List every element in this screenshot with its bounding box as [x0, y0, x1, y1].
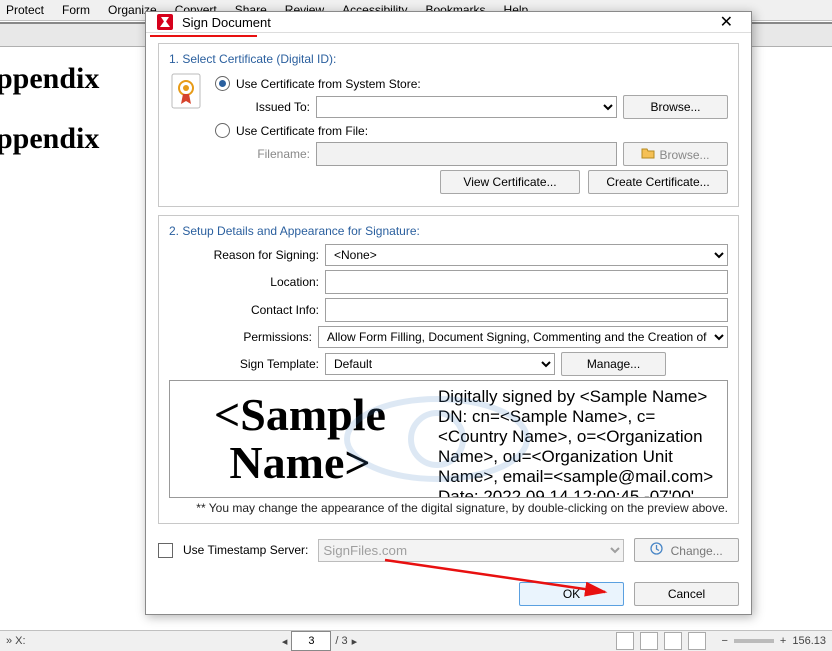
- reason-label: Reason for Signing:: [169, 248, 319, 262]
- dialog-body: 1. Select Certificate (Digital ID): Use …: [146, 33, 751, 616]
- preview-details: Digitally signed by <Sample Name> DN: cn…: [430, 381, 727, 497]
- preview-dn: DN: cn=<Sample Name>, c=<Country Name>, …: [438, 407, 719, 487]
- layout-icon-2[interactable]: [640, 632, 658, 650]
- ok-button[interactable]: OK: [519, 582, 624, 606]
- sign-document-dialog: Sign Document ✕ 1. Select Certificate (D…: [145, 11, 752, 615]
- browse-file-button: Browse...: [623, 142, 728, 166]
- issued-to-select[interactable]: [316, 96, 617, 118]
- radio-from-file[interactable]: [215, 123, 230, 138]
- certificate-icon: [169, 72, 205, 112]
- cancel-button[interactable]: Cancel: [634, 582, 739, 606]
- page-current-input[interactable]: [291, 631, 331, 651]
- browse-system-button[interactable]: Browse...: [623, 95, 728, 119]
- preview-sample-name: <Sample Name>: [170, 381, 430, 497]
- zoom-out-icon[interactable]: −: [721, 635, 727, 647]
- radio-system-store-label: Use Certificate from System Store:: [236, 77, 421, 91]
- location-label: Location:: [169, 275, 319, 289]
- zoom-in-icon[interactable]: +: [780, 635, 786, 647]
- layout-icon-4[interactable]: [688, 632, 706, 650]
- location-input[interactable]: [325, 270, 728, 294]
- radio-system-store[interactable]: [215, 76, 230, 91]
- page-next-icon[interactable]: ▸: [352, 635, 358, 648]
- folder-icon: [641, 147, 655, 159]
- permissions-label: Permissions:: [169, 330, 312, 344]
- timestamp-server-select: SignFiles.com: [318, 539, 624, 562]
- filename-label: Filename:: [215, 147, 310, 161]
- menu-form[interactable]: Form: [62, 3, 90, 17]
- layout-icon-3[interactable]: [664, 632, 682, 650]
- close-icon[interactable]: ✕: [712, 12, 741, 32]
- bg-text-1: ppendix: [0, 62, 99, 96]
- manage-button[interactable]: Manage...: [561, 352, 666, 376]
- menu-protect[interactable]: Protect: [6, 3, 44, 17]
- use-timestamp-label: Use Timestamp Server:: [183, 543, 308, 557]
- dialog-button-row: OK Cancel: [158, 582, 739, 606]
- change-timestamp-button: Change...: [634, 538, 739, 562]
- dialog-title: Sign Document: [182, 15, 712, 30]
- preview-signed-by: Digitally signed by <Sample Name>: [438, 387, 719, 407]
- radio-from-file-label: Use Certificate from File:: [236, 124, 368, 138]
- contact-input[interactable]: [325, 298, 728, 322]
- preview-date: Date: 2022.09.14 12:00:45 -07'00': [438, 487, 719, 498]
- contact-label: Contact Info:: [169, 303, 319, 317]
- annotation-underline: [150, 35, 257, 37]
- signature-preview[interactable]: <Sample Name> Digitally signed by <Sampl…: [169, 380, 728, 498]
- use-timestamp-checkbox[interactable]: [158, 543, 173, 558]
- status-xy: » X:: [6, 635, 26, 647]
- preview-note: ** You may change the appearance of the …: [169, 501, 728, 515]
- template-select[interactable]: Default: [325, 353, 555, 375]
- app-icon: [156, 13, 174, 31]
- filename-input: [316, 142, 617, 166]
- timestamp-row: Use Timestamp Server: SignFiles.com Chan…: [158, 538, 739, 562]
- permissions-select[interactable]: Allow Form Filling, Document Signing, Co…: [318, 326, 728, 348]
- section-certificate-heading: 1. Select Certificate (Digital ID):: [169, 52, 728, 66]
- page-total: / 3: [335, 635, 347, 647]
- create-certificate-button[interactable]: Create Certificate...: [588, 170, 728, 194]
- clock-icon: [650, 544, 666, 558]
- zoom-slider[interactable]: [734, 639, 774, 643]
- status-bar: » X: ◂ / 3 ▸ − + 156.13: [0, 630, 832, 651]
- layout-icon-1[interactable]: [616, 632, 634, 650]
- issued-to-label: Issued To:: [215, 100, 310, 114]
- section-details: 2. Setup Details and Appearance for Sign…: [158, 215, 739, 524]
- bg-text-2: ppendix: [0, 122, 99, 156]
- dialog-titlebar: Sign Document ✕: [146, 12, 751, 33]
- page-indicator: ◂ / 3 ▸: [282, 631, 357, 651]
- section-certificate: 1. Select Certificate (Digital ID): Use …: [158, 43, 739, 207]
- template-label: Sign Template:: [169, 357, 319, 371]
- page-prev-icon[interactable]: ◂: [282, 635, 288, 648]
- app-root: Protect Form Organize Convert Share Revi…: [0, 0, 832, 651]
- reason-select[interactable]: <None>: [325, 244, 728, 266]
- zoom-value: 156.13: [792, 635, 826, 647]
- view-certificate-button[interactable]: View Certificate...: [440, 170, 580, 194]
- section-details-heading: 2. Setup Details and Appearance for Sign…: [169, 224, 728, 238]
